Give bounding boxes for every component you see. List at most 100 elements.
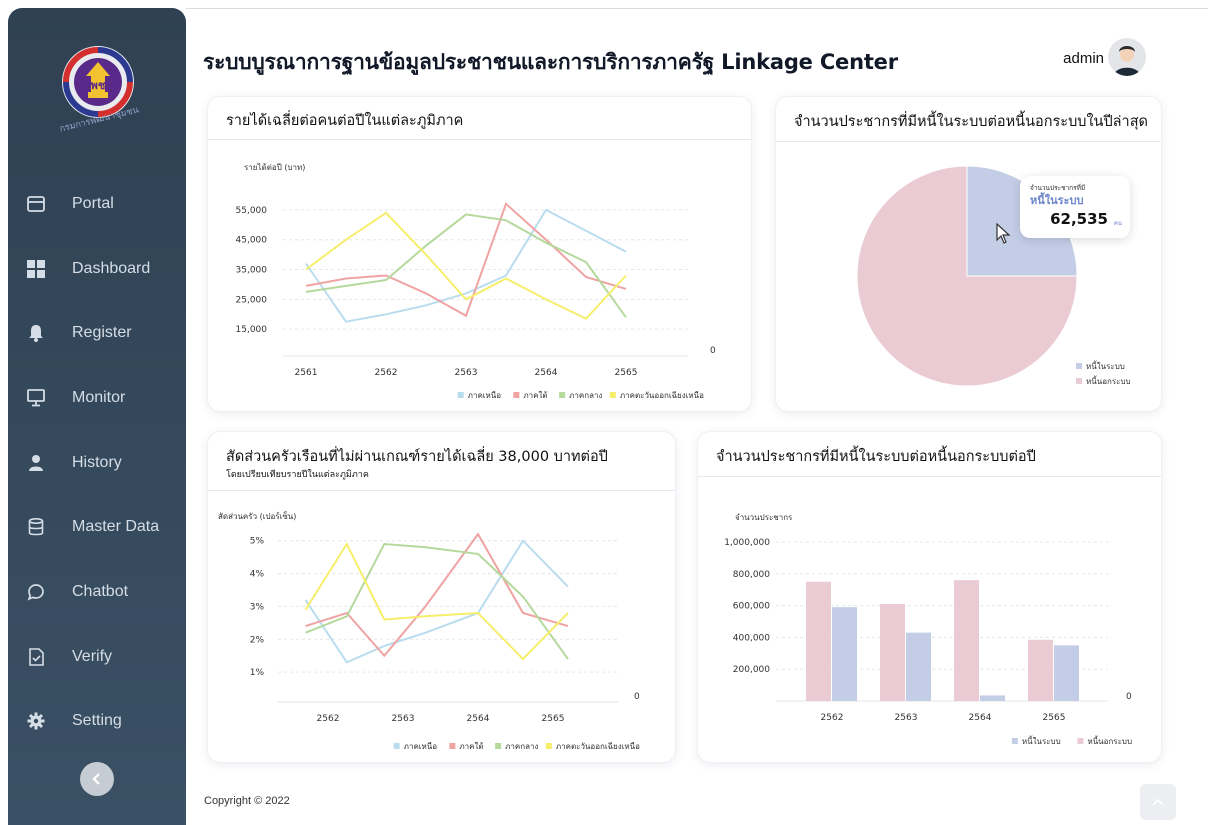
bar-หนี้ในระบบ-2565 xyxy=(1054,645,1079,701)
gear-icon xyxy=(26,711,46,731)
debt-bar-card: จำนวนประชากรที่มีหนี้ในระบบต่อหนี้นอกระบ… xyxy=(698,432,1161,762)
x-tick-label: 2564 xyxy=(467,714,490,724)
tooltip-unit: คน xyxy=(1113,220,1122,227)
scroll-to-top-button[interactable] xyxy=(1140,784,1176,820)
x-tick-label: 2564 xyxy=(969,713,992,723)
y-tick-label: 600,000 xyxy=(733,602,770,612)
y-tick-label: 200,000 xyxy=(733,665,770,675)
sidebar-item-chatbot[interactable]: Chatbot xyxy=(8,568,186,616)
legend-swatch xyxy=(545,743,552,749)
bar-หนี้นอกระบบ-2565 xyxy=(1028,639,1053,701)
x-tick-label: 2562 xyxy=(821,713,844,723)
legend-label: หนี้นอกระบบ xyxy=(1086,375,1131,386)
y-tick-label: 400,000 xyxy=(733,633,770,643)
y-tick-label: 4% xyxy=(250,570,265,580)
sidebar-item-dashboard[interactable]: Dashboard xyxy=(8,245,186,293)
sidebar-item-monitor[interactable]: Monitor xyxy=(8,374,186,422)
sidebar-item-label: Portal xyxy=(72,195,114,212)
income-chart-card: รายได้เฉลี่ยต่อคนต่อปีในแต่ละภูมิภาค ราย… xyxy=(208,97,751,411)
card-header: สัดส่วนครัวเรือนที่ไม่ผ่านเกณฑ์รายได้เฉล… xyxy=(208,432,675,491)
cursor-icon xyxy=(996,223,1011,244)
x-tick-label: 2565 xyxy=(542,714,565,724)
y-tick-label: 5% xyxy=(250,537,265,547)
chevron-left-icon xyxy=(92,773,100,785)
sidebar-item-label: Dashboard xyxy=(72,260,151,277)
y-tick-label: 55,000 xyxy=(236,206,268,216)
legend-swatch xyxy=(457,392,464,398)
legend-swatch xyxy=(1077,738,1084,744)
legend-label: ภาคตะวันออกเฉียงเหนือ xyxy=(620,391,704,400)
x-tick-label: 2563 xyxy=(392,714,415,724)
pie-tooltip: จำนวนประชากรที่มี หนี้ในระบบ 62,535 คน xyxy=(1020,176,1130,238)
legend-label: หนี้ในระบบ xyxy=(1086,360,1125,371)
collapse-sidebar-button[interactable] xyxy=(80,762,114,796)
y-axis-title: รายได้ต่อปี (บาท) xyxy=(244,163,305,172)
sidebar-item-portal[interactable]: Portal xyxy=(8,180,186,228)
legend-swatch xyxy=(1076,363,1082,369)
x-tick-label: 2562 xyxy=(317,714,340,724)
x-tick-label: 2563 xyxy=(895,713,918,723)
y-tick-label: 45,000 xyxy=(236,236,268,246)
sidebar-item-label: Monitor xyxy=(72,389,126,406)
sidebar-item-label: Verify xyxy=(72,648,113,665)
legend-label: ภาคกลาง xyxy=(505,742,538,751)
bar-หนี้นอกระบบ-2564 xyxy=(954,580,979,701)
bar-หนี้นอกระบบ-2563 xyxy=(880,604,905,701)
card-title: จำนวนประชากรที่มีหนี้ในระบบต่อหนี้นอกระบ… xyxy=(794,114,1148,130)
sidebar-item-label: Master Data xyxy=(72,518,160,535)
y-tick-label: 15,000 xyxy=(236,325,268,335)
user-icon xyxy=(26,453,46,473)
sidebar-item-register[interactable]: Register xyxy=(8,309,186,357)
income-line-chart: รายได้ต่อปี (บาท) 55,000 45,000 35,000 25,00… xyxy=(236,163,717,400)
card-header: รายได้เฉลี่ยต่อคนต่อปีในแต่ละภูมิภาค xyxy=(208,97,751,140)
series-line-ภาคเหนือ xyxy=(304,539,569,664)
zero-label: 0 xyxy=(710,346,716,356)
avatar[interactable] xyxy=(1108,38,1146,76)
legend-label: ภาคใต้ xyxy=(459,742,483,751)
y-tick-label: 800,000 xyxy=(733,570,770,580)
user-name[interactable]: admin xyxy=(1063,50,1104,67)
sidebar-item-history[interactable]: History xyxy=(8,439,186,487)
chat-icon xyxy=(26,582,46,602)
legend-label: ภาคตะวันออกเฉียงเหนือ xyxy=(556,742,640,751)
monitor-icon xyxy=(26,388,46,408)
sidebar-item-setting[interactable]: Setting xyxy=(8,697,186,745)
series-line-ภาคตะวันออกเฉียงเหนือ xyxy=(305,211,627,320)
legend-swatch xyxy=(495,743,502,749)
x-tick-label: 2564 xyxy=(535,368,558,378)
sidebar-item-label: History xyxy=(72,454,122,471)
sidebar-item-verify[interactable]: Verify xyxy=(8,633,186,681)
legend-label: ภาคเหนือ xyxy=(468,391,502,400)
legend-label: ภาคใต้ xyxy=(523,391,547,400)
card-title: สัดส่วนครัวเรือนที่ไม่ผ่านเกณฑ์รายได้เฉล… xyxy=(226,449,608,465)
zero-label: 0 xyxy=(1126,692,1132,702)
bar-หนี้นอกระบบ-2562 xyxy=(806,581,831,701)
household-chart-card: สัดส่วนครัวเรือนที่ไม่ผ่านเกณฑ์รายได้เฉล… xyxy=(208,432,675,762)
series-line-ภาคเหนือ xyxy=(305,208,627,323)
card-title: จำนวนประชากรที่มีหนี้ในระบบต่อหนี้นอกระบ… xyxy=(716,449,1036,465)
x-tick-label: 2562 xyxy=(375,368,398,378)
y-tick-label: 1,000,000 xyxy=(724,538,770,548)
x-tick-label: 2563 xyxy=(455,368,478,378)
debt-bar-chart: จำนวนประชากร 1,000,000 800,000 600,000 400,0… xyxy=(724,513,1132,746)
header-divider xyxy=(186,8,1208,9)
debt-pie-card: จำนวนประชากรที่มีหนี้ในระบบต่อหนี้นอกระบ… xyxy=(776,97,1161,411)
legend-swatch xyxy=(513,392,520,398)
avatar-icon xyxy=(1108,38,1146,76)
sidebar-item-master-data[interactable]: Master Data xyxy=(8,503,186,551)
bar-หนี้ในระบบ-2564 xyxy=(980,695,1005,701)
sidebar-item-label: Chatbot xyxy=(72,583,129,600)
sidebar: พช กรมการพัฒนาชุมชน Portal Dashboard Reg… xyxy=(8,8,186,825)
tooltip-value: 62,535 xyxy=(1050,210,1108,228)
database-icon xyxy=(26,517,46,537)
series-line-ภาคใต้ xyxy=(305,532,569,658)
bell-icon xyxy=(26,323,46,343)
card-header: จำนวนประชากรที่มีหนี้ในระบบต่อหนี้นอกระบ… xyxy=(698,432,1161,477)
y-axis-title: จำนวนประชากร xyxy=(735,513,793,522)
legend-label: หนี้ในระบบ xyxy=(1022,735,1061,746)
series-line-ภาคตะวันออกเฉียงเหนือ xyxy=(304,541,569,661)
y-axis-title: สัดส่วนครัว (เปอร์เซ็น) xyxy=(218,511,296,521)
legend-swatch xyxy=(393,743,400,749)
footer-copyright: Copyright © 2022 xyxy=(204,795,290,807)
svg-text:พช: พช xyxy=(91,79,106,92)
